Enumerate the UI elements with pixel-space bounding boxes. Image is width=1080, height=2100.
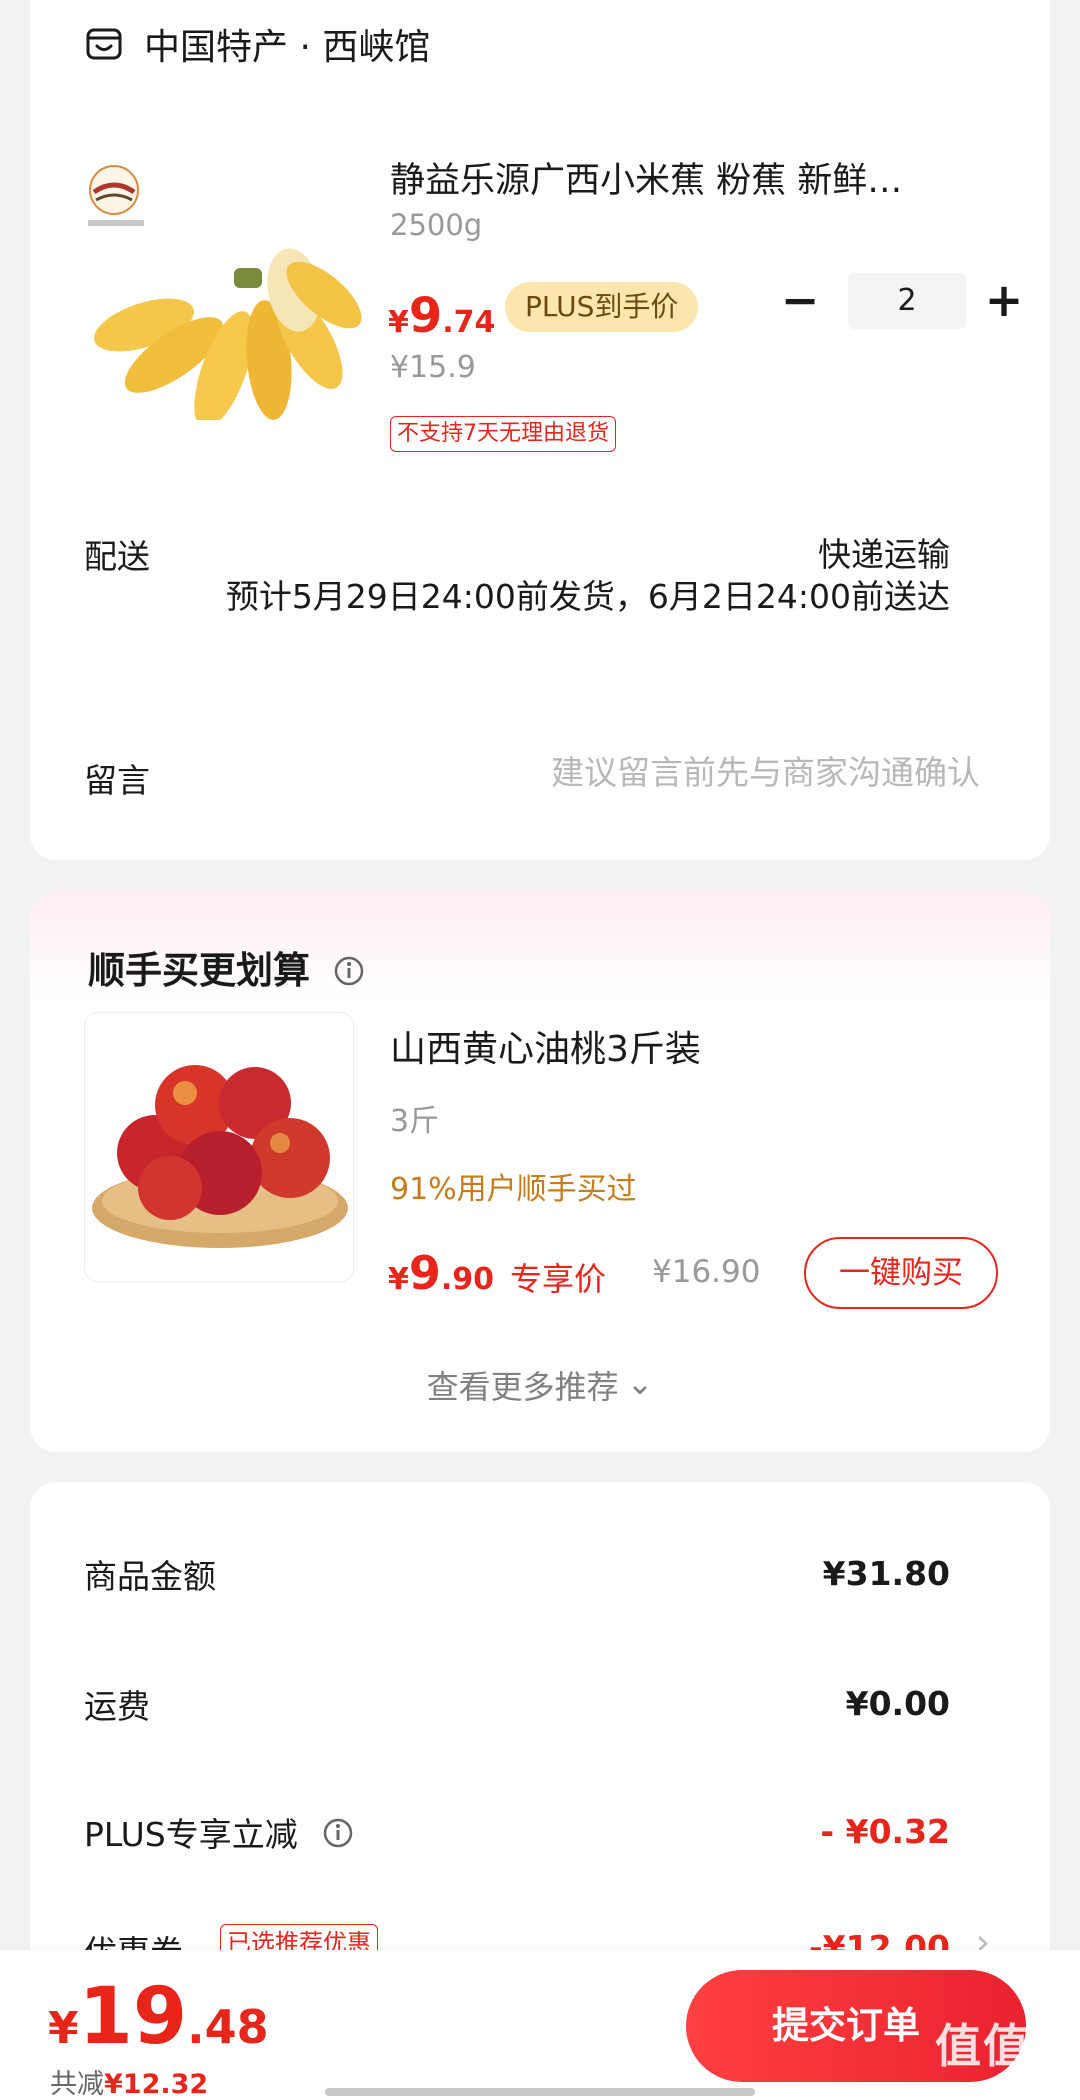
total-integer: 19 xyxy=(78,1972,188,2062)
info-icon[interactable] xyxy=(322,1817,354,1849)
recommend-social-proof: 91%用户顺手买过 xyxy=(390,1172,637,1207)
currency-symbol: ¥ xyxy=(388,1262,409,1297)
total-decimal: .48 xyxy=(187,2000,269,2054)
store-header[interactable]: 中国特产 · 西峡馆 xyxy=(84,18,430,70)
no-return-tag: 不支持7天无理由退货 xyxy=(390,416,616,452)
chevron-down-icon: ⌄ xyxy=(626,1364,654,1402)
saved-label: 共减 xyxy=(50,2069,104,2100)
total-saved[interactable]: 共减¥12.32 xyxy=(50,2062,208,2100)
total-price: ¥19.48 xyxy=(48,1972,269,2062)
home-indicator[interactable] xyxy=(325,2088,755,2096)
saved-amount: ¥12.32 xyxy=(104,2069,209,2100)
currency-symbol: ¥ xyxy=(388,305,409,340)
product-image-banana[interactable] xyxy=(84,150,364,429)
store-name: 中国特产 · 西峡馆 xyxy=(144,27,431,68)
summary-label-subtotal: 商品金额 xyxy=(84,1557,216,1596)
summary-value-subtotal: ¥31.80 xyxy=(822,1554,950,1593)
delivery-time: 预计5月29日24:00前发货，6月2日24:00前送达 xyxy=(225,577,950,616)
price-decimal: .74 xyxy=(442,305,496,340)
store-icon xyxy=(86,28,122,60)
see-more-label: 查看更多推荐 xyxy=(426,1368,619,1406)
currency-symbol: ¥ xyxy=(48,2003,79,2054)
delivery-label: 配送 xyxy=(84,537,150,576)
summary-value-shipping: ¥0.00 xyxy=(845,1684,950,1723)
recommend-product-spec: 3斤 xyxy=(390,1104,440,1139)
recommend-price: ¥9.90 xyxy=(388,1246,494,1300)
recommend-card: 顺手买更划算 山西黄心油桃3斤装 3斤 91%用户顺手买过 ¥9.90 专享价 … xyxy=(30,892,1050,1452)
product-spec: 2500g xyxy=(390,208,483,242)
plus-discount-label: PLUS专享立减 xyxy=(84,1815,298,1854)
summary-value-plus-discount: - ¥0.32 xyxy=(820,1812,950,1851)
recommend-product-name[interactable]: 山西黄心油桃3斤装 xyxy=(390,1020,701,1072)
watermark-logo: 值值值 xyxy=(935,2019,1079,2073)
product-title[interactable]: 静益乐源广西小米蕉 粉蕉 新鲜… xyxy=(390,152,980,203)
price-decimal: .90 xyxy=(440,1262,495,1297)
quantity-field[interactable]: 2 xyxy=(848,273,966,329)
exclusive-price-tag: 专享价 xyxy=(510,1260,607,1298)
see-more-recommendations[interactable]: 查看更多推荐 ⌄ xyxy=(30,1362,1050,1408)
message-label: 留言 xyxy=(84,761,150,800)
summary-label-plus-discount: PLUS专享立减 xyxy=(84,1808,354,1856)
plus-price-badge: PLUS到手价 xyxy=(505,282,699,332)
product-image-nectarine[interactable] xyxy=(84,1012,354,1282)
message-input[interactable] xyxy=(410,744,980,800)
delivery-method[interactable]: 快递运输 xyxy=(818,528,950,576)
summary-label-shipping: 运费 xyxy=(84,1687,150,1726)
info-icon[interactable] xyxy=(333,955,365,987)
product-price: ¥9.74 xyxy=(388,288,495,344)
price-integer: 9 xyxy=(408,1246,441,1300)
recommend-title: 顺手买更划算 xyxy=(88,940,365,994)
recommend-original-price: ¥16.90 xyxy=(652,1254,761,1290)
price-integer: 9 xyxy=(408,288,443,344)
one-click-buy-button[interactable]: 一键购买 xyxy=(804,1237,998,1309)
recommend-title-text: 顺手买更划算 xyxy=(88,949,310,992)
quantity-plus-button[interactable]: + xyxy=(974,270,1034,330)
original-price: ¥15.9 xyxy=(390,350,476,385)
quantity-minus-button[interactable]: − xyxy=(770,270,830,330)
order-item-card: 中国特产 · 西峡馆 静益乐源广西小米蕉 粉蕉 新鲜… 2500g ¥9.74 … xyxy=(30,0,1050,860)
checkout-bar: ¥19.48 共减¥12.32 提交订单 xyxy=(0,1950,1080,2100)
